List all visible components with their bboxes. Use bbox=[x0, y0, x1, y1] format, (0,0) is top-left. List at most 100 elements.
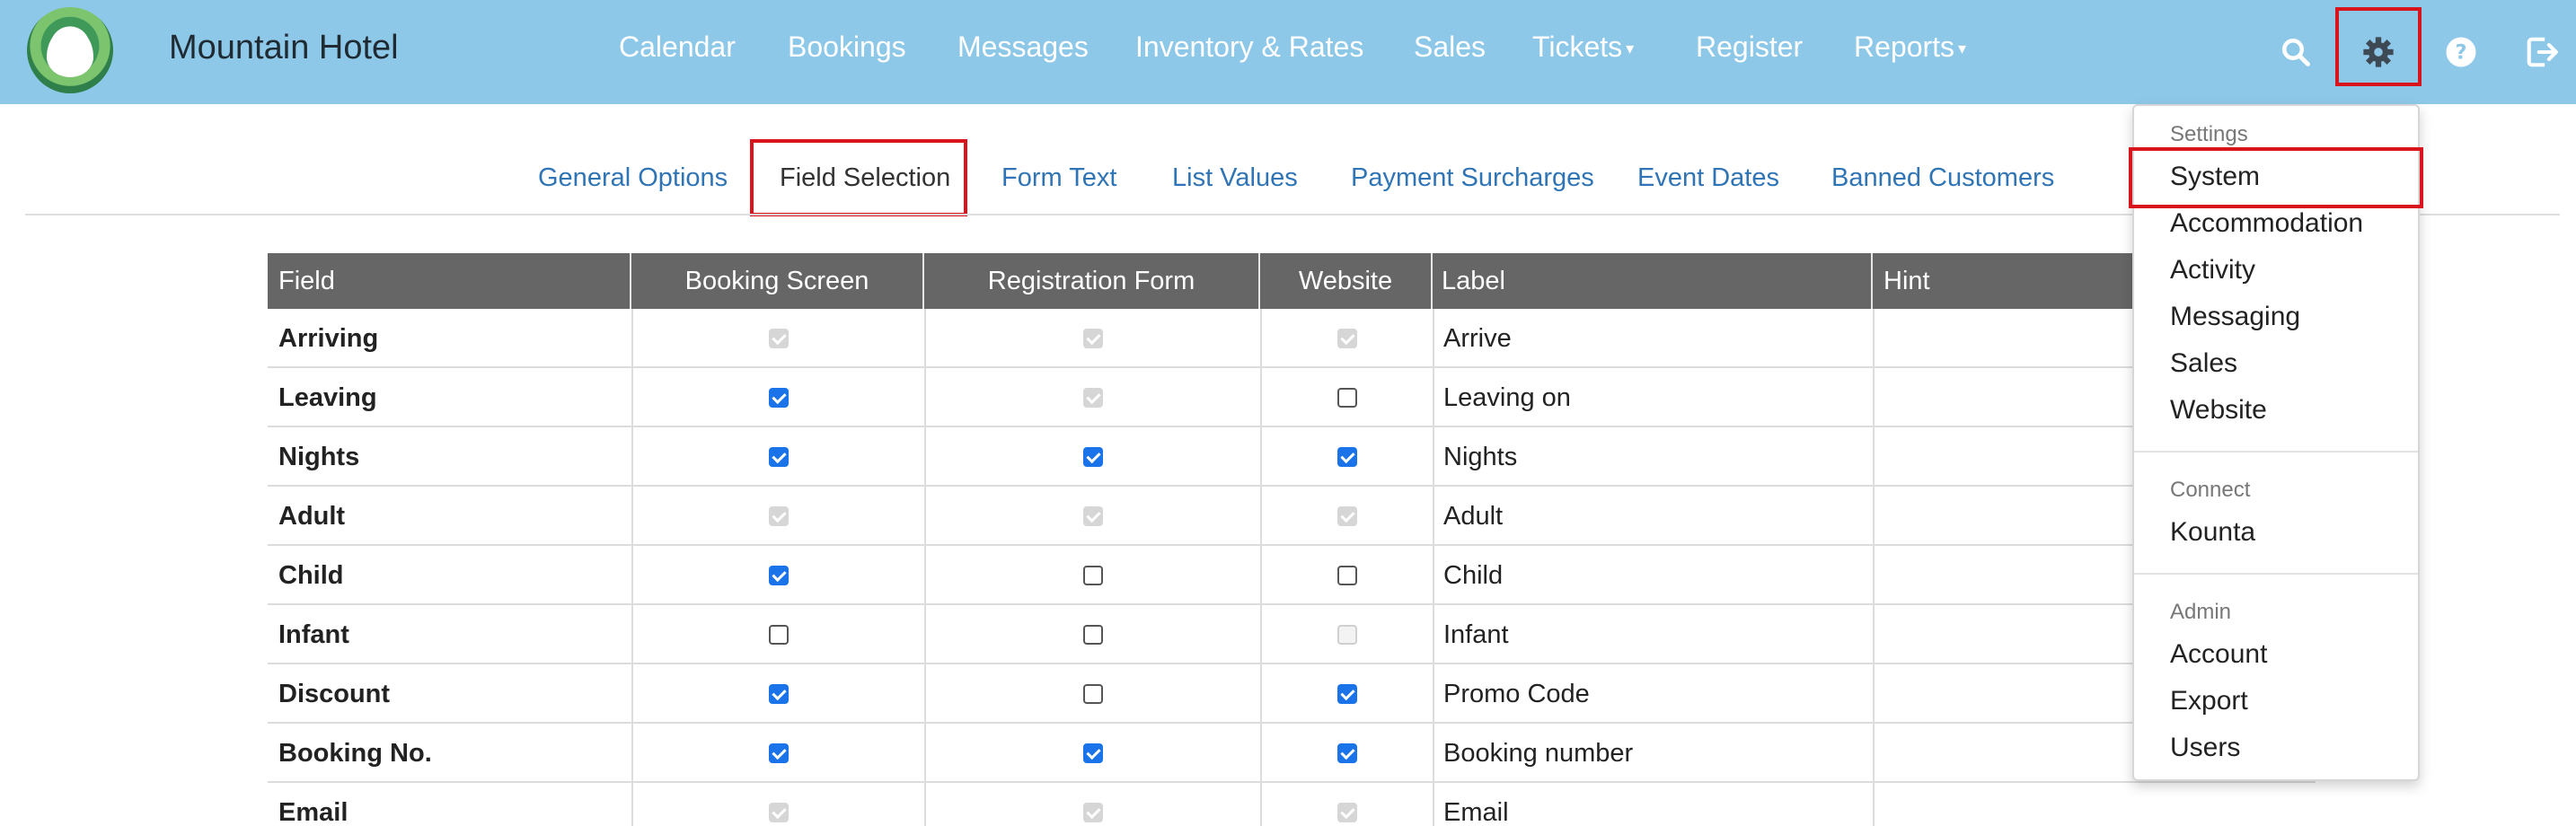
hint-cell[interactable] bbox=[1873, 783, 2316, 826]
registration-checkbox[interactable] bbox=[1083, 684, 1103, 704]
field-label[interactable]: Leaving on bbox=[1443, 383, 1571, 413]
booking-cell bbox=[631, 605, 924, 664]
col-header-registration-form: Registration Form bbox=[924, 253, 1260, 309]
booking-checkbox bbox=[769, 506, 789, 526]
field-name: Child bbox=[278, 560, 344, 590]
menu-item-accommodation[interactable]: Accommodation bbox=[2170, 208, 2363, 239]
field-label[interactable]: Arrive bbox=[1443, 324, 1512, 354]
website-checkbox[interactable] bbox=[1337, 743, 1357, 763]
booking-checkbox[interactable] bbox=[769, 625, 789, 645]
registration-cell bbox=[924, 427, 1260, 487]
registration-checkbox[interactable] bbox=[1083, 743, 1103, 763]
table-row: Child Child bbox=[268, 546, 2316, 605]
menu-item-sales[interactable]: Sales bbox=[2170, 348, 2237, 379]
field-label[interactable]: Promo Code bbox=[1443, 680, 1590, 709]
website-checkbox bbox=[1337, 506, 1357, 526]
website-cell bbox=[1260, 664, 1433, 724]
booking-cell bbox=[631, 368, 924, 427]
booking-checkbox[interactable] bbox=[769, 743, 789, 763]
table-row: Nights Nights bbox=[268, 427, 2316, 487]
nav-tickets[interactable]: Tickets ▾ bbox=[1532, 31, 1634, 64]
menu-item-kounta[interactable]: Kounta bbox=[2170, 517, 2255, 548]
field-label[interactable]: Infant bbox=[1443, 620, 1509, 650]
registration-checkbox[interactable] bbox=[1083, 566, 1103, 585]
website-cell bbox=[1260, 427, 1433, 487]
field-name: Booking No. bbox=[278, 738, 432, 768]
website-checkbox[interactable] bbox=[1337, 684, 1357, 704]
field-name: Leaving bbox=[278, 382, 377, 412]
field-label[interactable]: Nights bbox=[1443, 443, 1517, 472]
registration-cell bbox=[924, 605, 1260, 664]
tab-payment-surcharges[interactable]: Payment Surcharges bbox=[1351, 163, 1594, 193]
field-name: Adult bbox=[278, 501, 346, 531]
field-name: Nights bbox=[278, 442, 360, 471]
registration-cell bbox=[924, 664, 1260, 724]
label-cell: Promo Code bbox=[1433, 664, 1873, 724]
registration-cell bbox=[924, 309, 1260, 368]
menu-item-account[interactable]: Account bbox=[2170, 639, 2267, 670]
website-checkbox[interactable] bbox=[1337, 566, 1357, 585]
nav-inventory-rates[interactable]: Inventory & Rates bbox=[1135, 31, 1363, 64]
field-label[interactable]: Adult bbox=[1443, 502, 1503, 532]
registration-checkbox[interactable] bbox=[1083, 625, 1103, 645]
search-icon[interactable] bbox=[2269, 25, 2323, 79]
website-cell bbox=[1260, 724, 1433, 783]
field-name: Discount bbox=[278, 679, 391, 708]
booking-checkbox[interactable] bbox=[769, 684, 789, 704]
field-label[interactable]: Child bbox=[1443, 561, 1503, 591]
tab-banned-customers[interactable]: Banned Customers bbox=[1831, 163, 2054, 193]
table-row: Booking No. Booking number bbox=[268, 724, 2316, 783]
logout-icon[interactable] bbox=[2515, 25, 2569, 79]
table-row: Discount Promo Code bbox=[268, 664, 2316, 724]
website-cell bbox=[1260, 605, 1433, 664]
label-cell: Infant bbox=[1433, 605, 1873, 664]
nav-messages[interactable]: Messages bbox=[957, 31, 1089, 64]
booking-checkbox bbox=[769, 329, 789, 348]
tab-general-options[interactable]: General Options bbox=[538, 163, 728, 193]
field-cell: Infant bbox=[268, 605, 631, 664]
gear-highlight-box bbox=[2335, 7, 2422, 86]
tab-list-values[interactable]: List Values bbox=[1172, 163, 1298, 193]
booking-checkbox[interactable] bbox=[769, 566, 789, 585]
registration-cell bbox=[924, 368, 1260, 427]
field-cell: Leaving bbox=[268, 368, 631, 427]
col-header-website: Website bbox=[1260, 253, 1433, 309]
nav-register[interactable]: Register bbox=[1696, 31, 1803, 64]
registration-checkbox bbox=[1083, 803, 1103, 822]
menu-item-activity[interactable]: Activity bbox=[2170, 255, 2255, 286]
booking-checkbox bbox=[769, 803, 789, 822]
menu-item-users[interactable]: Users bbox=[2170, 733, 2240, 763]
brand-name[interactable]: Mountain Hotel bbox=[169, 29, 399, 67]
registration-checkbox[interactable] bbox=[1083, 447, 1103, 467]
website-checkbox[interactable] bbox=[1337, 388, 1357, 408]
website-checkbox[interactable] bbox=[1337, 447, 1357, 467]
system-highlight-box bbox=[2129, 147, 2423, 208]
chevron-down-icon: ▾ bbox=[1626, 40, 1635, 58]
active-tab-highlight-box bbox=[750, 139, 967, 216]
nav-bookings[interactable]: Bookings bbox=[788, 31, 906, 64]
table-row: Infant Infant bbox=[268, 605, 2316, 664]
menu-item-messaging[interactable]: Messaging bbox=[2170, 302, 2300, 332]
field-cell: Discount bbox=[268, 664, 631, 724]
nav-calendar[interactable]: Calendar bbox=[619, 31, 736, 64]
registration-cell bbox=[924, 724, 1260, 783]
nav-sales[interactable]: Sales bbox=[1414, 31, 1486, 64]
tab-form-text[interactable]: Form Text bbox=[1001, 163, 1116, 193]
menu-item-website[interactable]: Website bbox=[2170, 395, 2267, 426]
booking-checkbox[interactable] bbox=[769, 447, 789, 467]
table-row: Email Email bbox=[268, 783, 2316, 826]
table-row: Adult Adult bbox=[268, 487, 2316, 546]
booking-checkbox[interactable] bbox=[769, 388, 789, 408]
dropdown-divider bbox=[2134, 451, 2418, 453]
field-label[interactable]: Email bbox=[1443, 798, 1509, 826]
help-icon[interactable]: ? bbox=[2434, 25, 2488, 79]
nav-reports[interactable]: Reports ▾ bbox=[1854, 31, 1966, 64]
website-checkbox bbox=[1337, 329, 1357, 348]
registration-checkbox bbox=[1083, 506, 1103, 526]
tab-event-dates[interactable]: Event Dates bbox=[1637, 163, 1779, 193]
field-label[interactable]: Booking number bbox=[1443, 739, 1633, 769]
dropdown-heading-admin: Admin bbox=[2170, 600, 2232, 624]
dropdown-heading-connect: Connect bbox=[2170, 478, 2251, 502]
menu-item-export[interactable]: Export bbox=[2170, 686, 2248, 716]
field-name: Email bbox=[278, 797, 348, 826]
